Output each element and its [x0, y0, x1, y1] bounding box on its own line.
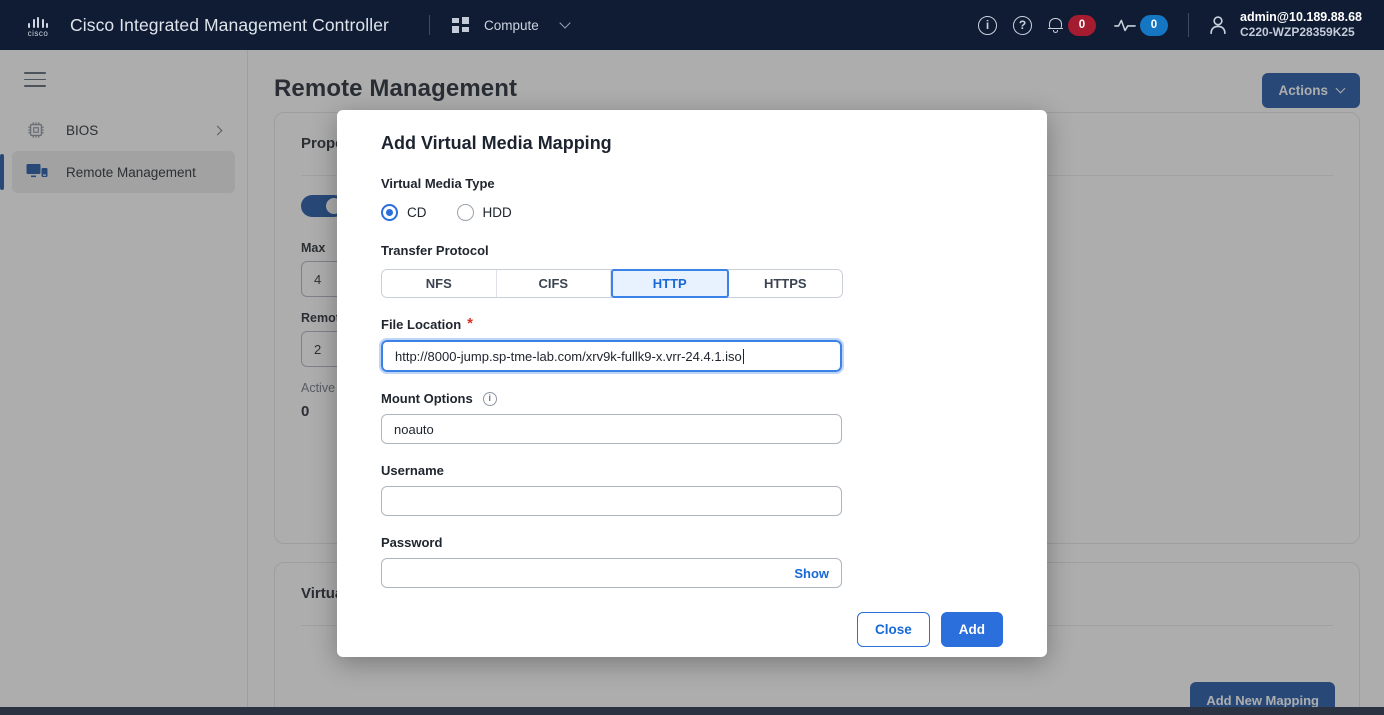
- password-input[interactable]: Show: [381, 558, 842, 588]
- show-password-link[interactable]: Show: [794, 566, 829, 581]
- header-divider: [429, 15, 430, 35]
- radio-hdd-label: HDD: [483, 205, 512, 220]
- radio-cd-label: CD: [407, 205, 427, 220]
- password-label-text: Password: [381, 535, 442, 550]
- app-title: Cisco Integrated Management Controller: [70, 15, 389, 36]
- add-virtual-media-mapping-dialog: Add Virtual Media Mapping Virtual Media …: [337, 110, 1047, 657]
- protocol-option-http[interactable]: HTTP: [611, 269, 729, 298]
- radio-dot-icon: [457, 204, 474, 221]
- username-label-text: Username: [381, 463, 444, 478]
- activity-count-badge[interactable]: 0: [1140, 15, 1168, 36]
- info-circle-icon[interactable]: i: [978, 16, 997, 35]
- dialog-title: Add Virtual Media Mapping: [381, 133, 1025, 154]
- user-account: admin@10.189.88.68: [1240, 10, 1362, 26]
- pulse-icon[interactable]: [1114, 17, 1136, 33]
- media-type-label: Virtual Media Type: [381, 176, 1025, 191]
- radio-hdd[interactable]: HDD: [457, 204, 512, 221]
- top-header-bar: cisco Cisco Integrated Management Contro…: [0, 0, 1384, 50]
- file-location-label: File Location *: [381, 317, 1025, 332]
- file-location-input[interactable]: http://8000-jump.sp-tme-lab.com/xrv9k-fu…: [381, 340, 842, 372]
- dialog-button-row: Close Add: [359, 612, 1003, 647]
- password-label: Password: [381, 535, 1025, 550]
- chevron-down-icon[interactable]: [559, 17, 570, 28]
- user-icon[interactable]: [1207, 14, 1229, 36]
- username-label: Username: [381, 463, 1025, 478]
- cisco-bars-icon: [28, 17, 48, 28]
- transfer-protocol-label: Transfer Protocol: [381, 243, 1025, 258]
- file-location-value: http://8000-jump.sp-tme-lab.com/xrv9k-fu…: [395, 349, 742, 364]
- user-server: C220-WZP28359K25: [1240, 25, 1362, 40]
- mount-options-label-text: Mount Options: [381, 391, 473, 406]
- protocol-option-https[interactable]: HTTPS: [729, 270, 843, 297]
- media-type-radio-group: CD HDD: [381, 204, 1025, 221]
- add-button[interactable]: Add: [941, 612, 1003, 647]
- question-circle-icon[interactable]: ?: [1013, 16, 1032, 35]
- mount-options-label: Mount Options i: [381, 391, 1025, 406]
- mount-options-input[interactable]: noauto: [381, 414, 842, 444]
- header-right-cluster: i ? 0 0 admin@10.189.88.68 C220-WZP28359…: [978, 10, 1384, 41]
- cisco-wordmark: cisco: [28, 29, 49, 38]
- radio-cd[interactable]: CD: [381, 204, 427, 221]
- header-divider-2: [1188, 13, 1189, 37]
- bell-icon[interactable]: [1048, 17, 1063, 34]
- username-input[interactable]: [381, 486, 842, 516]
- file-location-label-text: File Location: [381, 317, 461, 332]
- required-marker: *: [467, 319, 473, 330]
- protocol-option-cifs[interactable]: CIFS: [497, 270, 612, 297]
- text-cursor: [743, 349, 744, 364]
- grid-icon[interactable]: [452, 17, 470, 33]
- radio-dot-icon: [381, 204, 398, 221]
- close-button[interactable]: Close: [857, 612, 930, 647]
- cisco-logo-icon[interactable]: cisco: [18, 10, 58, 40]
- alarm-count-badge[interactable]: 0: [1068, 15, 1096, 36]
- bottom-strip: [0, 707, 1384, 715]
- info-icon[interactable]: i: [483, 392, 497, 406]
- app-root: cisco Cisco Integrated Management Contro…: [0, 0, 1384, 715]
- protocol-option-nfs[interactable]: NFS: [382, 270, 497, 297]
- transfer-protocol-segmented-control: NFS CIFS HTTP HTTPS: [381, 269, 843, 298]
- user-info[interactable]: admin@10.189.88.68 C220-WZP28359K25: [1240, 10, 1362, 41]
- scope-selector-label[interactable]: Compute: [484, 18, 539, 33]
